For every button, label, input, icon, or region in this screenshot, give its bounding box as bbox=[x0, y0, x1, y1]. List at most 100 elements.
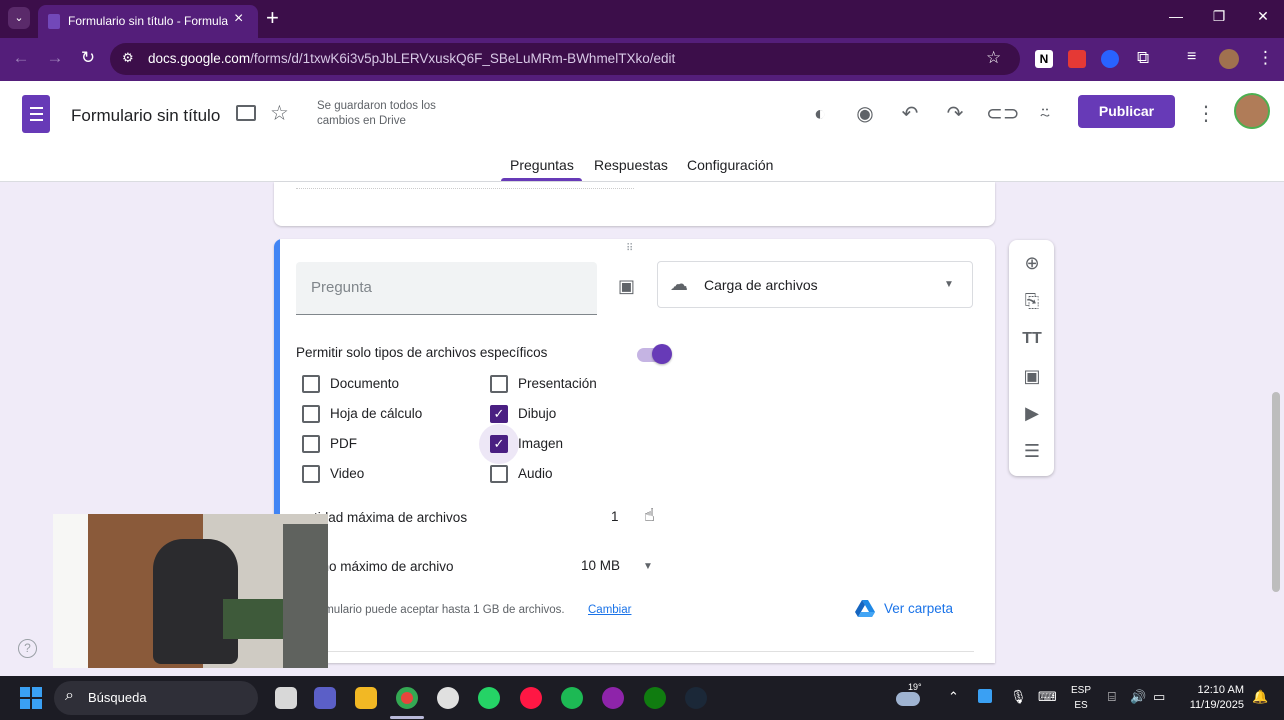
max-size-label: año máximo de archivo bbox=[314, 559, 454, 574]
windows-start-icon[interactable] bbox=[20, 687, 42, 709]
site-info-icon[interactable]: ⚙ bbox=[122, 50, 134, 66]
restrict-file-types-label: Permitir solo tipos de archivos específi… bbox=[296, 345, 548, 360]
chrome-icon[interactable] bbox=[396, 687, 418, 709]
max-size-select[interactable]: 10 MB bbox=[581, 558, 620, 573]
minimize-button[interactable]: — bbox=[1161, 8, 1191, 24]
profile-avatar[interactable] bbox=[1219, 49, 1239, 69]
weather-cloud-icon[interactable] bbox=[896, 692, 920, 706]
reload-icon[interactable]: ↻ bbox=[77, 48, 99, 68]
google-forms-logo-icon[interactable] bbox=[22, 95, 50, 133]
add-video-icon[interactable]: ▶ bbox=[1019, 400, 1045, 426]
divider bbox=[296, 188, 634, 189]
account-avatar[interactable] bbox=[1234, 93, 1270, 129]
star-icon[interactable]: ☆ bbox=[270, 101, 289, 126]
whatsapp-icon[interactable] bbox=[478, 687, 500, 709]
checkbox-hoja-de-calculo[interactable] bbox=[302, 405, 320, 423]
webcam-overlay bbox=[53, 514, 328, 668]
max-files-select[interactable]: 1 bbox=[611, 509, 619, 524]
save-status: Se guardaron todos los cambios en Drive bbox=[317, 100, 436, 127]
view-folder-link[interactable]: Ver carpeta bbox=[884, 601, 953, 616]
publish-button[interactable]: Publicar bbox=[1078, 95, 1175, 128]
checkbox-label: PDF bbox=[330, 436, 357, 451]
bookmark-star-icon[interactable]: ☆ bbox=[986, 48, 1001, 68]
teams-icon[interactable] bbox=[314, 687, 336, 709]
tray-app-icon[interactable] bbox=[978, 689, 992, 703]
chrome-menu-icon[interactable]: ⋮ bbox=[1257, 48, 1274, 68]
network-icon[interactable]: ⌸ bbox=[1108, 689, 1116, 705]
notion-extension-icon[interactable]: N bbox=[1035, 50, 1053, 68]
checkbox-video[interactable] bbox=[302, 465, 320, 483]
checkbox-presentacion[interactable] bbox=[490, 375, 508, 393]
checkbox-dibujo[interactable]: ✓ bbox=[490, 405, 508, 423]
add-question-icon[interactable]: ⊕ bbox=[1019, 250, 1045, 276]
import-questions-icon[interactable]: ⎘ bbox=[1019, 288, 1045, 314]
checkbox-imagen[interactable]: ✓ bbox=[490, 435, 508, 453]
tab-preguntas[interactable]: Preguntas bbox=[510, 157, 574, 173]
checkbox-label: Dibujo bbox=[518, 406, 557, 421]
add-image-icon[interactable]: ▣ bbox=[1019, 363, 1045, 389]
google-drive-icon[interactable] bbox=[855, 600, 875, 618]
tray-chevron-icon[interactable]: ⌃ bbox=[948, 689, 959, 705]
media-player-icon[interactable] bbox=[520, 687, 542, 709]
move-to-folder-icon[interactable] bbox=[236, 105, 256, 121]
add-title-icon[interactable]: TT bbox=[1019, 326, 1045, 352]
extension-blue-icon[interactable] bbox=[1101, 50, 1119, 68]
microphone-icon[interactable]: 🎙 bbox=[1010, 689, 1027, 705]
add-section-icon[interactable]: ☰ bbox=[1019, 438, 1045, 464]
undo-icon[interactable]: ↶ bbox=[896, 100, 924, 128]
forward-icon[interactable]: → bbox=[44, 48, 66, 68]
taskbar-clock[interactable]: 12:10 AM 11/19/2025 bbox=[1180, 683, 1244, 713]
tab-respuestas[interactable]: Respuestas bbox=[594, 157, 668, 173]
preview-eye-icon[interactable]: ◉ bbox=[851, 100, 879, 128]
file-explorer-icon[interactable] bbox=[275, 687, 297, 709]
xbox-icon[interactable] bbox=[644, 687, 666, 709]
form-title[interactable]: Formulario sin título bbox=[71, 106, 220, 126]
change-limit-link[interactable]: Cambiar bbox=[588, 604, 631, 616]
checkbox-audio[interactable] bbox=[490, 465, 508, 483]
battery-icon[interactable]: ▭ bbox=[1153, 689, 1165, 705]
extensions-puzzle-icon[interactable]: ⧉ bbox=[1137, 48, 1149, 68]
keyboard-icon[interactable]: ⌨ bbox=[1038, 689, 1057, 705]
restrict-toggle-knob[interactable] bbox=[652, 344, 672, 364]
folder-icon[interactable] bbox=[355, 687, 377, 709]
close-window-button[interactable]: ✕ bbox=[1248, 8, 1278, 25]
question-title-input[interactable]: Pregunta bbox=[296, 262, 597, 315]
checkbox-documento[interactable] bbox=[302, 375, 320, 393]
redo-icon[interactable]: ↷ bbox=[941, 100, 969, 128]
browser-tab[interactable]: Formulario sin título - Formular × bbox=[38, 5, 258, 38]
question-type-select[interactable]: ☁ Carga de archivos ▼ bbox=[657, 261, 973, 308]
clock-time: 12:10 AM bbox=[1197, 684, 1244, 696]
dropdown-caret-icon[interactable]: ▼ bbox=[643, 561, 653, 572]
link-icon[interactable]: ⊂⊃ bbox=[986, 100, 1020, 128]
add-image-icon[interactable]: ▣ bbox=[618, 276, 635, 297]
tab-configuracion[interactable]: Configuración bbox=[687, 157, 773, 173]
drag-handle-icon[interactable]: ⠿ bbox=[626, 243, 634, 254]
active-app-indicator bbox=[390, 716, 424, 719]
page-scrollbar[interactable] bbox=[1272, 392, 1280, 592]
previous-question-card[interactable] bbox=[274, 182, 995, 226]
restore-button[interactable]: ❐ bbox=[1204, 8, 1234, 25]
checkbox-label: Video bbox=[330, 466, 365, 481]
help-icon[interactable]: ? bbox=[18, 639, 37, 658]
spotify-icon[interactable] bbox=[561, 687, 583, 709]
more-vert-icon[interactable]: ⋮ bbox=[1192, 100, 1220, 128]
address-bar[interactable]: ⚙ docs.google.com/forms/d/1txwK6i3v5pJbL… bbox=[110, 43, 1020, 75]
reading-list-icon[interactable]: ≡ bbox=[1187, 48, 1196, 66]
add-collaborator-icon[interactable]: ⍨ bbox=[1031, 100, 1059, 128]
notification-bell-icon[interactable]: 🔔 bbox=[1252, 689, 1268, 705]
tab-search-button[interactable]: ⌄ bbox=[8, 7, 30, 29]
new-tab-button[interactable]: + bbox=[266, 6, 279, 30]
whatsapp-desktop-icon[interactable] bbox=[437, 687, 459, 709]
question-card[interactable]: ⠿ Pregunta ▣ ☁ Carga de archivos ▼ Permi… bbox=[274, 239, 995, 663]
tab-close-icon[interactable]: × bbox=[234, 10, 243, 28]
steam-icon[interactable] bbox=[685, 687, 707, 709]
checkbox-label: Audio bbox=[518, 466, 553, 481]
volume-icon[interactable]: 🔊 bbox=[1130, 689, 1146, 705]
palette-icon[interactable]: ◐ bbox=[806, 100, 834, 128]
checkbox-pdf[interactable] bbox=[302, 435, 320, 453]
extension-red-icon[interactable] bbox=[1068, 50, 1086, 68]
podcast-icon[interactable] bbox=[602, 687, 624, 709]
taskbar-search[interactable]: ⌕ Búsqueda bbox=[54, 681, 258, 715]
input-language[interactable]: ESP ES bbox=[1070, 683, 1092, 713]
back-icon[interactable]: ← bbox=[10, 48, 32, 68]
